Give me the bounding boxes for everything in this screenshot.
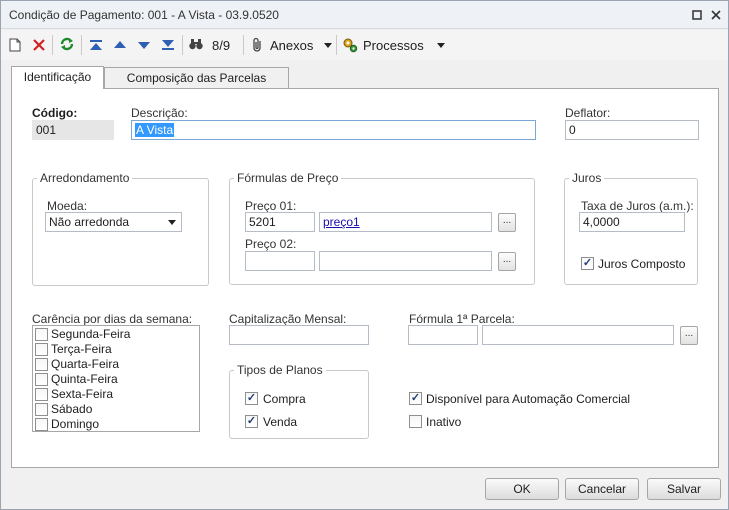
codigo-label: Código: bbox=[32, 106, 78, 120]
check-icon: ✓ bbox=[246, 415, 257, 427]
check-icon: ✓ bbox=[410, 392, 421, 404]
sexta-label: Sexta-Feira bbox=[51, 387, 114, 401]
automacao-label: Disponível para Automação Comercial bbox=[426, 392, 631, 406]
title-bar: Condição de Pagamento: 001 - A Vista - 0… bbox=[1, 1, 728, 29]
cancel-button[interactable]: Cancelar bbox=[565, 478, 639, 500]
tipos-planos-title: Tipos de Planos bbox=[234, 363, 326, 377]
deflator-field[interactable]: 0 bbox=[565, 120, 699, 140]
carencia-list: Segunda-Feira Terça-Feira Quarta-Feira Q… bbox=[32, 325, 200, 432]
venda-checkbox[interactable]: ✓ bbox=[245, 415, 258, 428]
descricao-value: A Vista bbox=[135, 123, 175, 137]
juros-composto-checkbox[interactable]: ✓ bbox=[581, 257, 594, 270]
formula-parcela-lookup-button[interactable]: ... bbox=[680, 326, 698, 345]
paperclip-icon bbox=[251, 37, 265, 53]
preco01-name-field[interactable]: preço1 bbox=[319, 212, 492, 232]
preco02-code-field[interactable] bbox=[245, 251, 315, 271]
tab-panel: Código: 001 Descrição: A Vista Deflator:… bbox=[11, 88, 719, 468]
preco01-lookup-button[interactable]: ... bbox=[498, 213, 516, 232]
toolbar-separator bbox=[182, 35, 183, 55]
preco02-name-field[interactable] bbox=[319, 251, 492, 271]
sabado-checkbox[interactable] bbox=[35, 403, 48, 416]
quinta-checkbox[interactable] bbox=[35, 373, 48, 386]
preco01-label: Preço 01: bbox=[245, 199, 297, 213]
anexos-label: Anexos bbox=[270, 37, 314, 53]
toolbar-separator bbox=[243, 35, 244, 55]
window-title: Condição de Pagamento: 001 - A Vista - 0… bbox=[9, 8, 279, 22]
deflator-label: Deflator: bbox=[565, 106, 611, 120]
restore-icon[interactable] bbox=[689, 7, 705, 23]
carencia-label: Carência por dias da semana: bbox=[32, 312, 193, 326]
formula-parcela-name-field[interactable] bbox=[482, 325, 674, 345]
last-record-icon[interactable] bbox=[160, 37, 176, 53]
first-record-icon[interactable] bbox=[88, 37, 104, 53]
processos-label: Processos bbox=[363, 37, 424, 53]
previous-record-icon[interactable] bbox=[112, 37, 128, 53]
quarta-checkbox[interactable] bbox=[35, 358, 48, 371]
formula-parcela-code-field[interactable] bbox=[408, 325, 478, 345]
quinta-label: Quinta-Feira bbox=[51, 372, 118, 386]
domingo-label: Domingo bbox=[51, 417, 100, 431]
formulas-title: Fórmulas de Preço bbox=[234, 171, 342, 185]
descricao-field[interactable]: A Vista bbox=[131, 120, 536, 140]
descricao-label: Descrição: bbox=[131, 106, 188, 120]
chevron-down-icon bbox=[324, 42, 333, 48]
terca-label: Terça-Feira bbox=[51, 342, 112, 356]
toolbar-separator bbox=[52, 35, 53, 55]
arredondamento-title: Arredondamento bbox=[37, 171, 133, 185]
record-counter: 8/9 bbox=[212, 38, 231, 53]
check-icon: ✓ bbox=[246, 392, 257, 404]
sabado-label: Sábado bbox=[51, 402, 93, 416]
new-document-icon[interactable] bbox=[7, 37, 23, 53]
toolbar-separator bbox=[336, 35, 337, 55]
dialog-window: Condição de Pagamento: 001 - A Vista - 0… bbox=[0, 0, 729, 510]
sexta-checkbox[interactable] bbox=[35, 388, 48, 401]
formula-parcela-label: Fórmula 1ª Parcela: bbox=[409, 312, 515, 326]
taxa-label: Taxa de Juros (a.m.): bbox=[581, 199, 694, 213]
domingo-checkbox[interactable] bbox=[35, 418, 48, 431]
preco02-label: Preço 02: bbox=[245, 237, 297, 251]
refresh-icon[interactable] bbox=[59, 36, 75, 52]
quarta-label: Quarta-Feira bbox=[51, 357, 120, 371]
preco01-code-field[interactable]: 5201 bbox=[245, 212, 315, 232]
toolbar: 8/9 Anexos Processos bbox=[1, 30, 728, 60]
chevron-down-icon bbox=[436, 42, 445, 48]
close-icon[interactable] bbox=[708, 7, 724, 23]
moeda-select[interactable]: Não arredonda bbox=[45, 212, 182, 232]
compra-checkbox[interactable]: ✓ bbox=[245, 392, 258, 405]
inativo-label: Inativo bbox=[426, 415, 462, 429]
tab-identificacao[interactable]: Identificação bbox=[11, 66, 104, 89]
compra-label: Compra bbox=[263, 392, 306, 406]
tab-composicao-parcelas[interactable]: Composição das Parcelas bbox=[104, 67, 289, 89]
check-icon: ✓ bbox=[582, 257, 593, 269]
moeda-value: Não arredonda bbox=[49, 215, 130, 229]
capitalizacao-label: Capitalização Mensal: bbox=[229, 312, 347, 326]
anexos-menu[interactable]: Anexos bbox=[251, 35, 333, 55]
terca-checkbox[interactable] bbox=[35, 343, 48, 356]
chevron-down-icon bbox=[168, 220, 176, 225]
segunda-checkbox[interactable] bbox=[35, 328, 48, 341]
toolbar-separator bbox=[81, 35, 82, 55]
juros-composto-label: Juros Composto bbox=[598, 257, 686, 271]
capitalizacao-field[interactable] bbox=[229, 325, 369, 345]
inativo-checkbox[interactable] bbox=[409, 415, 422, 428]
save-button[interactable]: Salvar bbox=[647, 478, 721, 500]
taxa-field[interactable]: 4,0000 bbox=[579, 212, 685, 232]
gears-icon bbox=[342, 37, 358, 53]
preco02-lookup-button[interactable]: ... bbox=[498, 252, 516, 271]
delete-icon[interactable] bbox=[31, 37, 47, 53]
arredondamento-group bbox=[32, 178, 209, 286]
moeda-label: Moeda: bbox=[47, 199, 88, 213]
ok-button[interactable]: OK bbox=[485, 478, 559, 500]
automacao-checkbox[interactable]: ✓ bbox=[409, 392, 422, 405]
preco01-link[interactable]: preço1 bbox=[323, 215, 360, 229]
next-record-icon[interactable] bbox=[136, 37, 152, 53]
juros-title: Juros bbox=[569, 171, 605, 185]
codigo-field: 001 bbox=[32, 120, 114, 140]
processos-menu[interactable]: Processos bbox=[342, 35, 445, 55]
segunda-label: Segunda-Feira bbox=[51, 327, 131, 341]
binoculars-icon[interactable] bbox=[188, 36, 204, 52]
venda-label: Venda bbox=[263, 415, 298, 429]
